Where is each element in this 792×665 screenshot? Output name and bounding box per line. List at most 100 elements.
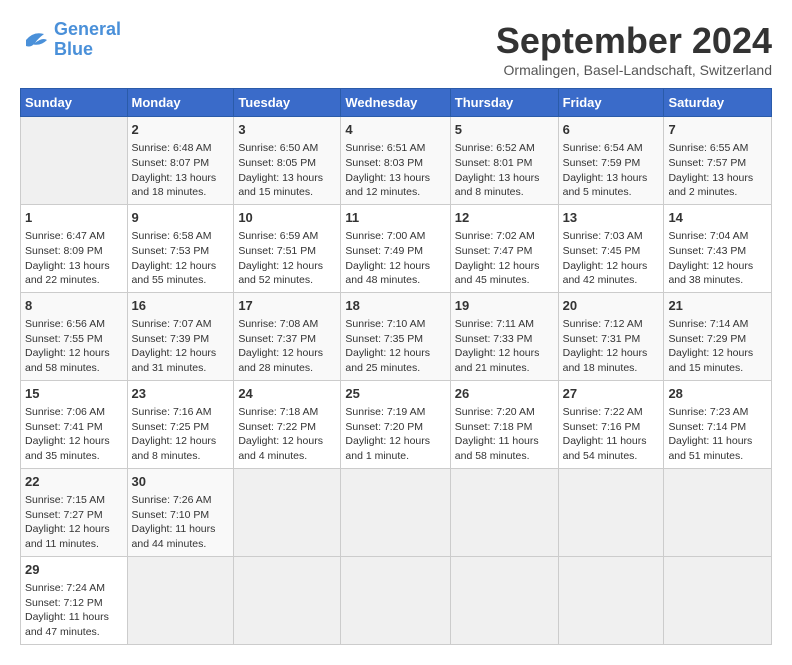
sunset-text: Sunset: 7:31 PM xyxy=(563,333,641,345)
daylight-text: Daylight: 12 hours and 52 minutes. xyxy=(238,260,323,287)
daylight-text: Daylight: 12 hours and 4 minutes. xyxy=(238,435,323,462)
sunrise-text: Sunrise: 6:58 AM xyxy=(132,230,212,242)
sunset-text: Sunset: 7:16 PM xyxy=(563,421,641,433)
calendar-day-cell: 12Sunrise: 7:02 AMSunset: 7:47 PMDayligh… xyxy=(450,204,558,292)
day-header: Wednesday xyxy=(341,89,450,117)
sunrise-text: Sunrise: 7:10 AM xyxy=(345,318,425,330)
daylight-text: Daylight: 12 hours and 18 minutes. xyxy=(563,347,648,374)
daylight-text: Daylight: 12 hours and 55 minutes. xyxy=(132,260,217,287)
daylight-text: Daylight: 12 hours and 21 minutes. xyxy=(455,347,540,374)
daylight-text: Daylight: 13 hours and 12 minutes. xyxy=(345,172,430,199)
calendar-table: SundayMondayTuesdayWednesdayThursdayFrid… xyxy=(20,88,772,645)
day-header: Saturday xyxy=(664,89,772,117)
day-number: 5 xyxy=(455,121,554,139)
sunrise-text: Sunrise: 7:15 AM xyxy=(25,494,105,506)
day-number: 16 xyxy=(132,297,230,315)
calendar-day-cell xyxy=(558,556,664,644)
calendar-day-cell xyxy=(234,468,341,556)
day-number: 19 xyxy=(455,297,554,315)
calendar-day-cell: 24Sunrise: 7:18 AMSunset: 7:22 PMDayligh… xyxy=(234,380,341,468)
calendar-day-cell: 10Sunrise: 6:59 AMSunset: 7:51 PMDayligh… xyxy=(234,204,341,292)
sunset-text: Sunset: 7:27 PM xyxy=(25,509,103,521)
calendar-day-cell xyxy=(450,468,558,556)
calendar-day-cell: 3Sunrise: 6:50 AMSunset: 8:05 PMDaylight… xyxy=(234,117,341,205)
logo-icon xyxy=(20,25,50,55)
sunrise-text: Sunrise: 7:16 AM xyxy=(132,406,212,418)
day-number: 7 xyxy=(668,121,767,139)
sunset-text: Sunset: 7:39 PM xyxy=(132,333,210,345)
day-number: 14 xyxy=(668,209,767,227)
calendar-week-row: 29 Sunrise: 7:24 AM Sunset: 7:12 PM Dayligh… xyxy=(21,556,772,644)
calendar-day-cell: 18Sunrise: 7:10 AMSunset: 7:35 PMDayligh… xyxy=(341,292,450,380)
calendar-day-cell: 25Sunrise: 7:19 AMSunset: 7:20 PMDayligh… xyxy=(341,380,450,468)
calendar-day-cell: 27Sunrise: 7:22 AMSunset: 7:16 PMDayligh… xyxy=(558,380,664,468)
daylight-text: Daylight: 11 hours and 47 minutes. xyxy=(25,611,109,638)
sunset-text: Sunset: 7:18 PM xyxy=(455,421,533,433)
day-number: 1 xyxy=(25,209,123,227)
day-number: 4 xyxy=(345,121,445,139)
daylight-text: Daylight: 12 hours and 28 minutes. xyxy=(238,347,323,374)
calendar-week-row: 8Sunrise: 6:56 AMSunset: 7:55 PMDaylight… xyxy=(21,292,772,380)
sunrise-text: Sunrise: 7:04 AM xyxy=(668,230,748,242)
daylight-text: Daylight: 12 hours and 1 minute. xyxy=(345,435,430,462)
day-number: 3 xyxy=(238,121,336,139)
day-number: 20 xyxy=(563,297,660,315)
day-number: 15 xyxy=(25,385,123,403)
sunset-text: Sunset: 7:41 PM xyxy=(25,421,103,433)
calendar-day-cell xyxy=(664,556,772,644)
sunset-text: Sunset: 7:57 PM xyxy=(668,157,746,169)
calendar-day-cell xyxy=(558,468,664,556)
calendar-day-cell: 11Sunrise: 7:00 AMSunset: 7:49 PMDayligh… xyxy=(341,204,450,292)
calendar-day-cell xyxy=(341,556,450,644)
sunrise-text: Sunrise: 7:02 AM xyxy=(455,230,535,242)
sunrise-text: Sunrise: 7:14 AM xyxy=(668,318,748,330)
sunset-text: Sunset: 8:03 PM xyxy=(345,157,423,169)
sunset-text: Sunset: 7:12 PM xyxy=(25,597,103,609)
calendar-day-cell: 19Sunrise: 7:11 AMSunset: 7:33 PMDayligh… xyxy=(450,292,558,380)
day-number: 13 xyxy=(563,209,660,227)
sunset-text: Sunset: 7:37 PM xyxy=(238,333,316,345)
daylight-text: Daylight: 12 hours and 31 minutes. xyxy=(132,347,217,374)
sunrise-text: Sunrise: 7:08 AM xyxy=(238,318,318,330)
calendar-day-cell: 23Sunrise: 7:16 AMSunset: 7:25 PMDayligh… xyxy=(127,380,234,468)
calendar-body: 2Sunrise: 6:48 AMSunset: 8:07 PMDaylight… xyxy=(21,117,772,645)
logo-text: General Blue xyxy=(54,20,121,60)
sunrise-text: Sunrise: 6:47 AM xyxy=(25,230,105,242)
day-number: 2 xyxy=(132,121,230,139)
calendar-week-row: 22Sunrise: 7:15 AMSunset: 7:27 PMDayligh… xyxy=(21,468,772,556)
day-number: 23 xyxy=(132,385,230,403)
calendar-day-cell xyxy=(664,468,772,556)
day-number: 8 xyxy=(25,297,123,315)
daylight-text: Daylight: 12 hours and 8 minutes. xyxy=(132,435,217,462)
sunset-text: Sunset: 7:14 PM xyxy=(668,421,746,433)
logo: General Blue xyxy=(20,20,121,60)
sunset-text: Sunset: 7:29 PM xyxy=(668,333,746,345)
sunset-text: Sunset: 7:35 PM xyxy=(345,333,423,345)
sunset-text: Sunset: 7:45 PM xyxy=(563,245,641,257)
day-number: 27 xyxy=(563,385,660,403)
title-area: September 2024 Ormalingen, Basel-Landsch… xyxy=(496,20,772,78)
sunrise-text: Sunrise: 6:56 AM xyxy=(25,318,105,330)
day-number: 26 xyxy=(455,385,554,403)
daylight-text: Daylight: 11 hours and 54 minutes. xyxy=(563,435,647,462)
calendar-day-cell: 22Sunrise: 7:15 AMSunset: 7:27 PMDayligh… xyxy=(21,468,128,556)
day-number: 28 xyxy=(668,385,767,403)
day-header: Sunday xyxy=(21,89,128,117)
calendar-header-row: SundayMondayTuesdayWednesdayThursdayFrid… xyxy=(21,89,772,117)
calendar-day-cell: 8Sunrise: 6:56 AMSunset: 7:55 PMDaylight… xyxy=(21,292,128,380)
calendar-day-cell: 5Sunrise: 6:52 AMSunset: 8:01 PMDaylight… xyxy=(450,117,558,205)
calendar-day-cell: 26Sunrise: 7:20 AMSunset: 7:18 PMDayligh… xyxy=(450,380,558,468)
calendar-day-cell xyxy=(341,468,450,556)
sunrise-text: Sunrise: 6:48 AM xyxy=(132,142,212,154)
sunrise-text: Sunrise: 7:24 AM xyxy=(25,582,105,594)
day-number: 9 xyxy=(132,209,230,227)
sunrise-text: Sunrise: 6:54 AM xyxy=(563,142,643,154)
sunrise-text: Sunrise: 7:06 AM xyxy=(25,406,105,418)
daylight-text: Daylight: 12 hours and 45 minutes. xyxy=(455,260,540,287)
calendar-week-row: 2Sunrise: 6:48 AMSunset: 8:07 PMDaylight… xyxy=(21,117,772,205)
day-number: 29 xyxy=(25,561,123,579)
calendar-week-row: 1Sunrise: 6:47 AMSunset: 8:09 PMDaylight… xyxy=(21,204,772,292)
calendar-day-cell: 4Sunrise: 6:51 AMSunset: 8:03 PMDaylight… xyxy=(341,117,450,205)
day-header: Monday xyxy=(127,89,234,117)
daylight-text: Daylight: 12 hours and 35 minutes. xyxy=(25,435,110,462)
